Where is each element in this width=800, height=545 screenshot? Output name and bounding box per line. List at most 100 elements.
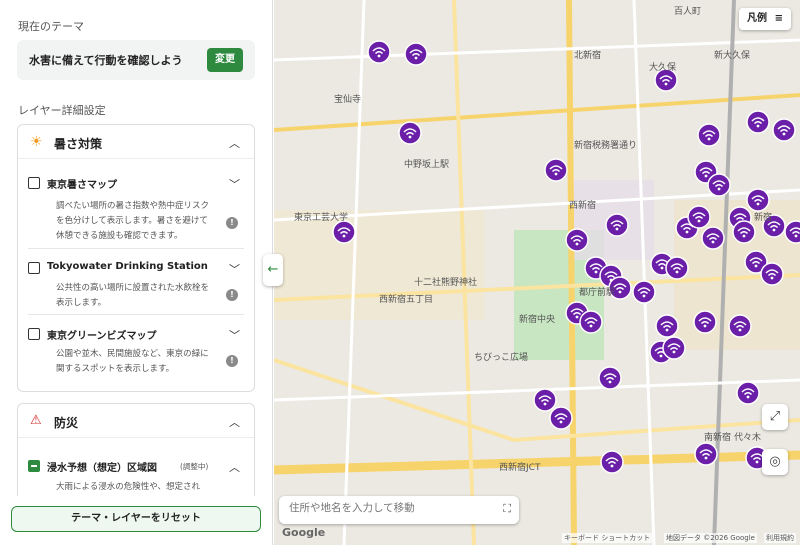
map-place-label: 代々木 xyxy=(734,433,762,443)
chevron-down-icon[interactable]: ﹀ xyxy=(229,327,240,343)
menu-icon: ≡ xyxy=(774,13,783,24)
layer-item-heat-map: 東京暑さマップ ﹀ 調べたい場所の暑さ指数や熱中症リスクを色分けして表示します。… xyxy=(28,159,244,249)
wifi-spot-marker[interactable] xyxy=(746,110,770,134)
search-input[interactable] xyxy=(289,502,489,514)
layer-checkbox[interactable] xyxy=(28,460,40,472)
layer-description: 調べたい場所の暑さ指数や熱中症リスクを色分けして表示します。暑さを避けて休憩でき… xyxy=(56,201,210,241)
wifi-spot-marker[interactable] xyxy=(565,228,589,252)
chevron-down-icon[interactable]: ﹀ xyxy=(229,261,240,277)
map-place-label: 北新宿 xyxy=(574,51,602,61)
layer-name: Tokyowater Drinking Station xyxy=(47,261,208,272)
wifi-spot-marker[interactable] xyxy=(605,213,629,237)
map-place-label: 十二社熊野神社 xyxy=(414,278,478,288)
wifi-spot-marker[interactable] xyxy=(598,366,622,390)
layer-description: 大雨による浸水の危険性や、想定され xyxy=(56,482,200,492)
theme-title: 水害に備えて行動を確認しよう xyxy=(29,54,183,67)
wifi-spot-marker[interactable] xyxy=(549,406,573,430)
wifi-spot-marker[interactable] xyxy=(332,220,356,244)
wifi-spot-marker[interactable] xyxy=(746,188,770,212)
wifi-spot-marker[interactable] xyxy=(736,381,760,405)
category-disaster-header[interactable]: ⚠ 防災 ︿ xyxy=(18,404,254,438)
category-title: 暑さ対策 xyxy=(54,137,103,151)
chevron-up-icon[interactable]: ︿ xyxy=(229,135,240,151)
wifi-spot-marker[interactable] xyxy=(579,310,603,334)
wifi-spot-marker[interactable] xyxy=(728,314,752,338)
map-place-label: 新宿税務署通り xyxy=(574,141,638,151)
wifi-spot-marker[interactable] xyxy=(367,40,391,64)
wifi-spot-marker[interactable] xyxy=(694,442,718,466)
wifi-spot-marker[interactable] xyxy=(701,226,725,250)
info-icon[interactable]: ! xyxy=(226,289,238,301)
wifi-spot-marker[interactable] xyxy=(772,118,796,142)
legend-button[interactable]: 凡例 ≡ xyxy=(739,8,791,30)
wifi-spot-marker[interactable] xyxy=(687,205,711,229)
attribution-shortcuts[interactable]: キーボード ショートカット xyxy=(562,533,653,543)
wifi-spot-marker[interactable] xyxy=(600,450,624,474)
chevron-down-icon[interactable]: ﹀ xyxy=(229,176,240,192)
layer-description: 公園や並木、民間施設など、東京の緑に関するスポットを表示します。 xyxy=(56,349,209,374)
wifi-spot-marker[interactable] xyxy=(655,314,679,338)
wifi-spot-marker[interactable] xyxy=(404,42,428,66)
layer-checkbox[interactable] xyxy=(28,177,40,189)
reset-button[interactable]: テーマ・レイヤーをリセット xyxy=(11,506,261,532)
location-icon: ◎ xyxy=(769,454,781,469)
map-place-label: 中野坂上駅 xyxy=(404,160,450,170)
layer-status-badge: (調整中) xyxy=(180,462,209,471)
category-title: 防災 xyxy=(54,416,79,430)
map-place-label: 西新宿 xyxy=(569,201,597,211)
map-place-label: ちびっこ広場 xyxy=(474,353,529,363)
chevron-up-icon[interactable]: ︿ xyxy=(229,459,240,475)
my-location-button[interactable]: ◎ xyxy=(762,449,788,475)
layer-settings-label: レイヤー詳細設定 xyxy=(18,104,106,117)
current-theme-label: 現在のテーマ xyxy=(18,20,84,33)
category-heat: ☀ 暑さ対策 ︿ 東京暑さマップ ﹀ 調べたい場所の暑さ指数や熱中症リスクを色分… xyxy=(17,124,255,392)
wifi-spot-marker[interactable] xyxy=(665,256,689,280)
map-place-label: 東京工芸大学 xyxy=(294,213,349,223)
warning-icon: ⚠ xyxy=(30,413,42,428)
layer-description: 公共性の高い場所に設置された水飲栓を表示します。 xyxy=(56,283,210,308)
map-place-label: 南新宿 xyxy=(704,433,732,443)
collapse-panel-button[interactable]: ← xyxy=(263,254,283,286)
layer-checkbox[interactable] xyxy=(28,328,40,340)
layer-item-drinking-station: Tokyowater Drinking Station ﹀ 公共性の高い場所に設… xyxy=(28,249,244,315)
map-place-label: 新大久保 xyxy=(714,51,751,61)
wifi-spot-marker[interactable] xyxy=(693,310,717,334)
wifi-spot-marker[interactable] xyxy=(398,121,422,145)
wifi-spot-marker[interactable] xyxy=(707,173,731,197)
arrow-left-icon: ← xyxy=(267,262,279,277)
map-view[interactable]: 百人町 北新宿 新大久保 大久保 宝仙寺 中野坂上駅 新宿税務署通り 西新宿 新宿 十二社熊野神社… xyxy=(274,0,800,545)
fullscreen-button[interactable]: ⤢ xyxy=(762,404,788,430)
wifi-spot-marker[interactable] xyxy=(732,220,756,244)
wifi-spot-marker[interactable] xyxy=(697,123,721,147)
map-place-label: 大久保 xyxy=(649,63,677,73)
wifi-spot-marker[interactable] xyxy=(544,158,568,182)
search-box: ⛶ xyxy=(279,496,519,524)
wifi-spot-marker[interactable] xyxy=(784,220,800,244)
side-panel: 現在のテーマ 水害に備えて行動を確認しよう 変更 レイヤー詳細設定 ☀ 暑さ対策… xyxy=(0,0,273,545)
layer-name: 浸水予想（想定）区域図 xyxy=(47,463,157,474)
attribution-map-data: 地図データ ©2026 Google xyxy=(664,533,757,543)
map-place-label: 宝仙寺 xyxy=(334,95,362,105)
attribution-terms[interactable]: 利用規約 xyxy=(764,533,796,543)
layer-checkbox[interactable] xyxy=(28,262,40,274)
wifi-spot-marker[interactable] xyxy=(662,336,686,360)
category-heat-header[interactable]: ☀ 暑さ対策 ︿ xyxy=(18,125,254,159)
reset-bar: テーマ・レイヤーをリセット xyxy=(0,496,272,545)
theme-card: 水害に備えて行動を確認しよう 変更 xyxy=(17,40,255,80)
wifi-spot-marker[interactable] xyxy=(533,388,557,412)
info-icon[interactable]: ! xyxy=(226,355,238,367)
map-place-label: 西新宿五丁目 xyxy=(379,295,434,305)
wifi-spot-marker[interactable] xyxy=(760,262,784,286)
map-place-label: 都庁前駅 xyxy=(579,288,616,298)
expand-icon: ⤢ xyxy=(769,409,781,424)
layer-name: 東京グリーンビズマップ xyxy=(47,331,157,342)
map-place-label: 西新宿JCT xyxy=(499,463,541,473)
sun-icon: ☀ xyxy=(30,134,43,150)
wifi-spot-marker[interactable] xyxy=(632,280,656,304)
info-icon[interactable]: ! xyxy=(226,217,238,229)
scan-icon[interactable]: ⛶ xyxy=(503,502,511,516)
legend-label: 凡例 xyxy=(747,13,767,24)
google-logo: Google xyxy=(282,526,326,539)
change-theme-button[interactable]: 変更 xyxy=(207,48,243,72)
chevron-up-icon[interactable]: ︿ xyxy=(229,414,240,430)
